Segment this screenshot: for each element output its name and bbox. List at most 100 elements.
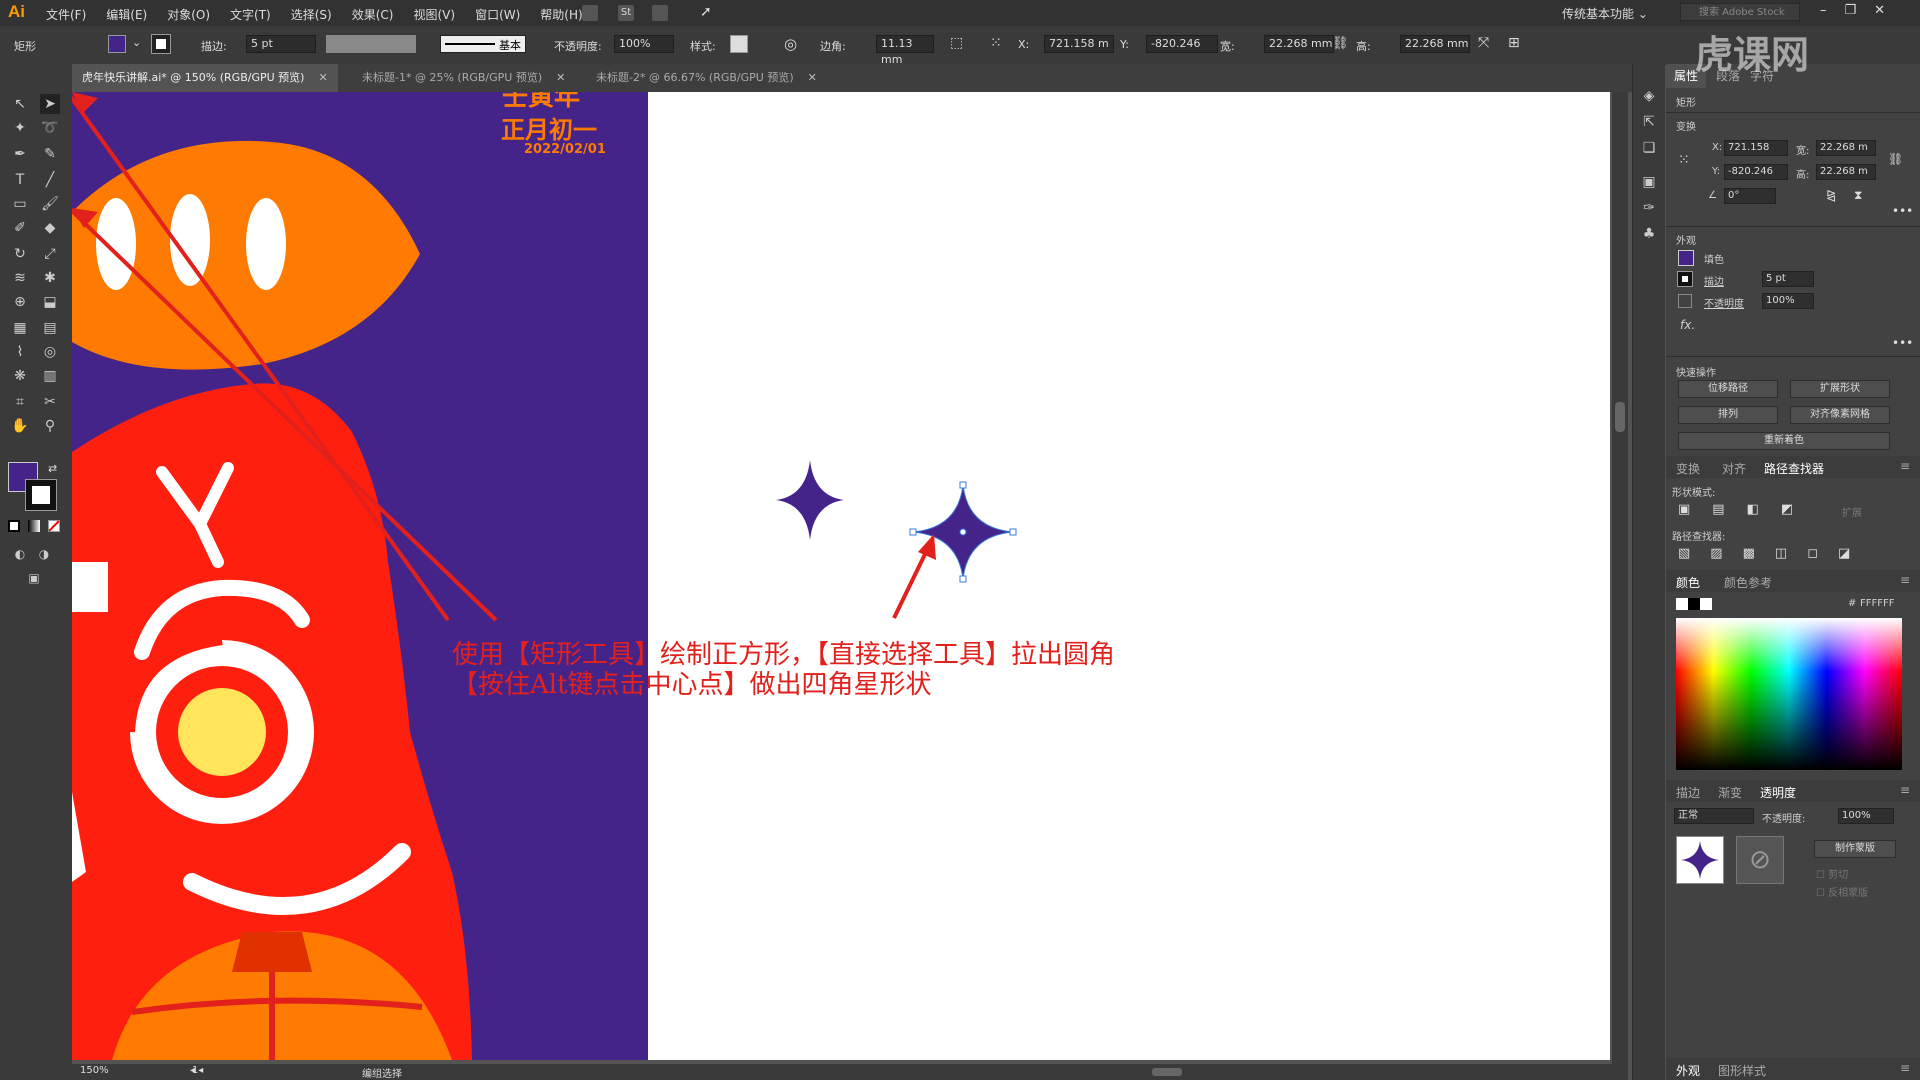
height-field[interactable]: 22.268 m (1816, 164, 1876, 180)
selection-tool-icon[interactable]: ↖ (10, 94, 30, 114)
artboard-number[interactable]: 1 (192, 1065, 198, 1076)
zoom-level[interactable]: 150% (80, 1065, 109, 1076)
outline-icon[interactable]: ◻ (1807, 546, 1818, 561)
intersect-icon[interactable]: ◧ (1747, 502, 1759, 517)
layers-icon[interactable]: ◈ (1639, 86, 1659, 106)
expand-button[interactable]: 扩展 (1842, 504, 1862, 519)
crop-icon[interactable]: ◫ (1775, 546, 1787, 561)
invert-mask-checkbox[interactable]: ☐ 反相蒙版 (1816, 884, 1868, 899)
color-mode-icon[interactable] (8, 520, 20, 532)
draw-mode-icon[interactable]: ◐ (10, 544, 30, 564)
variable-width-profile[interactable] (326, 35, 416, 53)
zoom-tool-icon[interactable]: ⚲ (40, 416, 60, 436)
menu-select[interactable]: 选择(S) (291, 6, 332, 23)
recolor-button[interactable]: 重新着色 (1678, 432, 1890, 450)
tab-stroke[interactable]: 描边 (1676, 784, 1700, 801)
hand-tool-icon[interactable]: ✋ (10, 416, 30, 436)
panel-menu-icon[interactable]: ≡ (1900, 459, 1910, 473)
more-options-icon[interactable]: ••• (1892, 336, 1913, 350)
stroke-swatch[interactable] (1677, 271, 1693, 287)
vertical-scrollbar[interactable] (1612, 92, 1628, 1064)
curvature-tool-icon[interactable]: ✎ (40, 144, 60, 164)
link-proportions-icon[interactable]: ⛓ (1332, 36, 1349, 51)
stroke-color-swatch[interactable] (25, 479, 57, 511)
panel-menu-icon[interactable]: ≡ (1900, 783, 1910, 797)
draw-behind-icon[interactable]: ◑ (34, 544, 54, 564)
brushes-icon[interactable]: ✑ (1639, 198, 1659, 218)
flip-horizontal-icon[interactable]: ⧎ (1826, 188, 1836, 202)
align-pixel-grid-button[interactable]: 对齐像素网格 (1790, 406, 1890, 424)
opacity-field[interactable]: 100% (1762, 293, 1814, 309)
close-tab-icon[interactable]: ✕ (556, 71, 565, 84)
shape-builder-tool-icon[interactable]: ⊕ (10, 292, 30, 312)
tab-color-guide[interactable]: 颜色参考 (1724, 574, 1772, 591)
opacity-label[interactable]: 不透明度 (1704, 295, 1744, 310)
tab-color[interactable]: 颜色 (1676, 574, 1700, 591)
width-field[interactable]: 22.268 m (1816, 140, 1876, 156)
y-field[interactable]: -820.246 (1146, 35, 1218, 53)
warp-tool-icon[interactable]: ≋ (10, 268, 30, 288)
menu-type[interactable]: 文字(T) (230, 6, 271, 23)
stroke-weight-field[interactable]: 5 pt (1762, 271, 1814, 287)
menu-view[interactable]: 视图(V) (413, 6, 455, 23)
pen-tool-icon[interactable]: ✒ (10, 144, 30, 164)
opacity-field[interactable]: 100% (614, 35, 674, 53)
minimize-icon[interactable]: – (1820, 3, 1827, 18)
height-field[interactable]: 22.268 mm (1400, 35, 1470, 53)
canvas-area[interactable]: 壬寅年 正月初一 2022/02/01 使用【矩形工具】绘制正方形，【直接选择工… (72, 92, 1612, 1064)
horizontal-scroll-thumb[interactable] (1152, 1068, 1182, 1076)
tab-graphic-styles[interactable]: 图形样式 (1718, 1062, 1766, 1079)
fx-icon[interactable]: fx. (1680, 318, 1695, 332)
tab-document-3[interactable]: 未标题-2* @ 66.67% (RGB/GPU 预览) ✕ (586, 64, 827, 92)
menu-edit[interactable]: 编辑(E) (106, 6, 147, 23)
object-thumbnail[interactable] (1676, 836, 1724, 884)
poster-artboard[interactable]: 壬寅年 正月初一 2022/02/01 (72, 92, 648, 1060)
artboard[interactable] (648, 92, 1610, 1060)
x-field[interactable]: 721.158 (1724, 140, 1788, 156)
stroke-label[interactable]: 描边 (1704, 273, 1724, 288)
chevron-down-icon[interactable]: ⌄ (132, 36, 141, 49)
type-tool-icon[interactable]: T (10, 170, 30, 190)
menu-file[interactable]: 文件(F) (46, 6, 86, 23)
fill-swatch[interactable] (108, 35, 126, 53)
reference-point-icon[interactable]: ⁙ (990, 35, 1002, 51)
export-icon[interactable]: ⇱ (1639, 112, 1659, 132)
gradient-tool-icon[interactable]: ▤ (40, 318, 60, 338)
corner-radius-field[interactable]: 11.13 mm (876, 35, 934, 66)
flip-vertical-icon[interactable]: ⧗ (1854, 188, 1862, 203)
direct-selection-tool-icon[interactable]: ➤ (40, 94, 60, 114)
brush-definition[interactable]: 基本 (440, 35, 526, 53)
line-tool-icon[interactable]: ╱ (40, 170, 60, 190)
divide-icon[interactable]: ▧ (1678, 546, 1690, 561)
more-options-icon[interactable]: ••• (1892, 204, 1913, 218)
paintbrush-tool-icon[interactable]: 🖌 (40, 194, 60, 214)
width-field[interactable]: 22.268 mm (1264, 35, 1334, 53)
black-swatch[interactable] (1688, 598, 1700, 610)
shape-options-icon[interactable]: ⬚ (950, 35, 963, 51)
stroke-swatch[interactable] (151, 34, 171, 54)
send-icon[interactable]: ➚ (700, 4, 712, 20)
four-point-star[interactable] (774, 458, 846, 542)
slice-tool-icon[interactable]: ✂ (40, 392, 60, 412)
hex-field[interactable]: FFFFFF (1860, 598, 1895, 609)
gradient-mode-icon[interactable] (28, 520, 40, 532)
shaper-tool-icon[interactable]: ✐ (10, 218, 30, 238)
artboard-tool-icon[interactable]: ⌗ (10, 392, 30, 412)
make-mask-button[interactable]: 制作蒙版 (1814, 840, 1896, 858)
link-icon[interactable]: ⛓ (1888, 152, 1903, 166)
tab-appearance[interactable]: 外观 (1676, 1062, 1700, 1079)
symbols-icon[interactable]: ♣ (1639, 224, 1659, 244)
tab-document-2[interactable]: 未标题-1* @ 25% (RGB/GPU 预览) ✕ (352, 64, 575, 92)
rectangle-tool-icon[interactable]: ▭ (10, 194, 30, 214)
menu-window[interactable]: 窗口(W) (475, 6, 520, 23)
perspective-grid-tool-icon[interactable]: ⬓ (40, 292, 60, 312)
transparency-opacity-field[interactable]: 100% (1838, 808, 1894, 824)
graphic-style-swatch[interactable] (730, 35, 748, 53)
eyedropper-tool-icon[interactable]: ⌇ (10, 342, 30, 362)
reference-point-icon[interactable]: ⁙ (1678, 152, 1690, 168)
trim-icon[interactable]: ▨ (1710, 546, 1722, 561)
close-tab-icon[interactable]: ✕ (808, 71, 817, 84)
graph-tool-icon[interactable]: ▥ (40, 366, 60, 386)
fill-swatch[interactable] (1678, 250, 1694, 266)
swap-colors-icon[interactable]: ⇄ (48, 462, 57, 475)
